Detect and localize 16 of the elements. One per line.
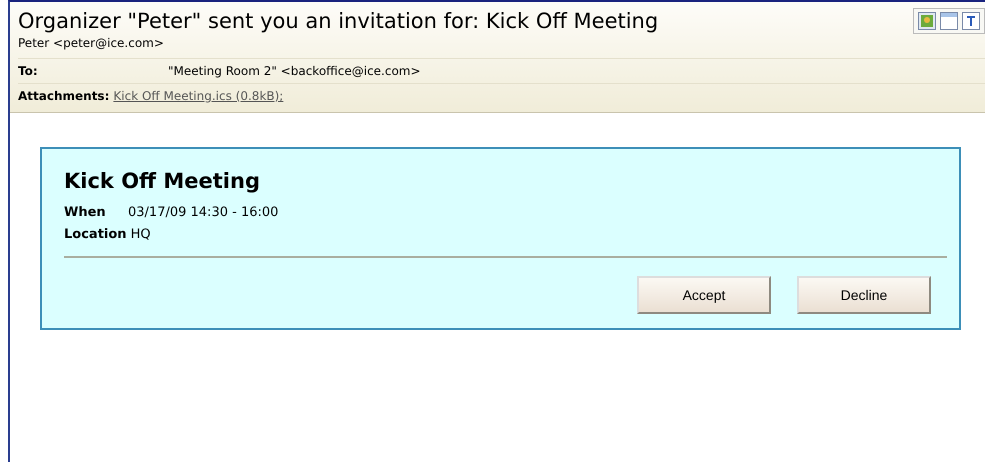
detail-label: When	[64, 205, 107, 220]
field-label: To:	[18, 64, 39, 78]
detail-value: 03/17/09 14:30 - 16:00	[128, 205, 278, 220]
detail-value: HQ	[130, 227, 151, 242]
image-icon[interactable]	[918, 12, 936, 30]
decline-button[interactable]: Decline	[797, 276, 931, 314]
text-icon[interactable]	[962, 12, 980, 30]
detail-label: Location	[64, 227, 127, 242]
attachment-link[interactable]: Kick Off Meeting.ics (0.8kB);	[113, 89, 284, 103]
accept-button[interactable]: Accept	[637, 276, 771, 314]
sender: Peter <peter@ice.com>	[18, 36, 165, 50]
window-icon[interactable]	[940, 12, 958, 30]
field-value: "Meeting Room 2" <backoffice@ice.com>	[168, 64, 421, 78]
field-label: Attachments:	[18, 89, 110, 103]
email-subject: Organizer "Peter" sent you an invitation for: Kick Off Meeting	[18, 9, 658, 33]
meeting-title: Kick Off Meeting	[64, 169, 261, 193]
